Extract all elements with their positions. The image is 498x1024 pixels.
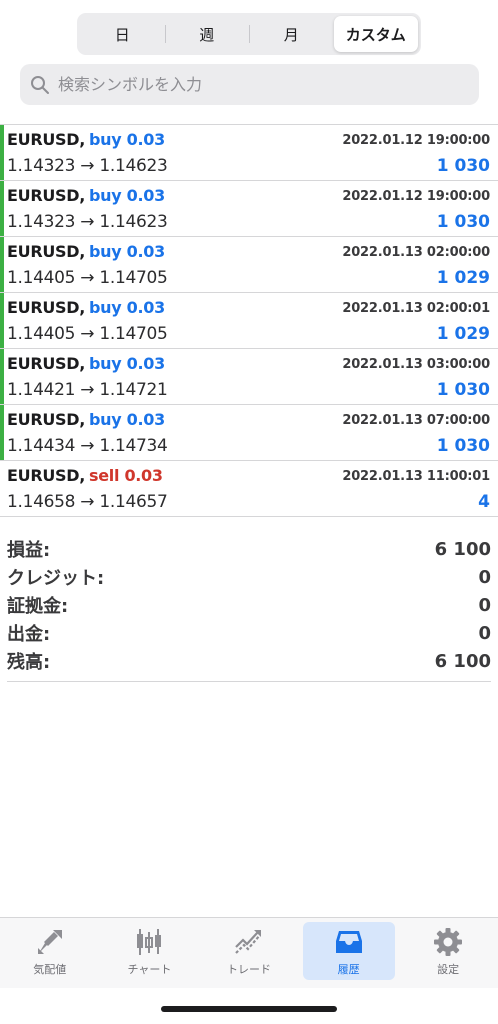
tab-bar: 気配値 チャート トレード 履歴 設定 (0, 917, 498, 988)
chart-icon (137, 929, 162, 955)
deal-prices: 1.14323 → 1.14623 (7, 212, 168, 232)
tab-quotes[interactable]: 気配値 (0, 918, 100, 988)
deal-row[interactable]: EURUSD, sell 0.03 2022.01.13 11:00:01 1.146… (0, 461, 498, 517)
deal-title: EURUSD, sell 0.03 (7, 466, 163, 485)
deal-title: EURUSD, buy 0.03 (7, 298, 165, 317)
segment-month[interactable]: 月 (249, 16, 334, 52)
deal-time: 2022.01.13 03:00:00 (342, 357, 490, 372)
tab-history[interactable]: 履歴 (299, 918, 399, 988)
quotes-icon (37, 930, 62, 954)
search-icon (31, 75, 49, 94)
deal-side-bar (0, 405, 4, 460)
deal-side: buy 0.03 (89, 130, 165, 149)
deal-prices: 1.14405 → 1.14705 (7, 268, 168, 288)
deal-row[interactable]: EURUSD, buy 0.03 2022.01.13 02:00:01 1.1440… (0, 293, 498, 349)
deal-prices: 1.14434 → 1.14734 (7, 436, 168, 456)
deal-side-bar (0, 461, 4, 516)
deal-time: 2022.01.12 19:00:00 (342, 189, 490, 204)
deal-time: 2022.01.12 19:00:00 (342, 133, 490, 148)
summary-section: 損益: 6 100 クレジット: 0 証拠金: 0 出金: 0 残高: 6 100 (7, 535, 491, 682)
deal-symbol: EURUSD, (7, 354, 86, 373)
deal-prices: 1.14323 → 1.14623 (7, 156, 168, 176)
tab-trade[interactable]: トレード (199, 918, 299, 988)
deal-profit: 4 (478, 492, 490, 512)
trade-icon (235, 930, 261, 954)
tab-trade-label: トレード (226, 963, 271, 976)
deal-profit: 1 030 (436, 380, 490, 400)
deal-time: 2022.01.13 07:00:00 (342, 413, 490, 428)
deal-prices: 1.14405 → 1.14705 (7, 324, 168, 344)
summary-value: 0 (478, 594, 491, 616)
summary-row: 証拠金: 0 (7, 591, 491, 619)
deal-symbol: EURUSD, (7, 466, 86, 485)
deal-title: EURUSD, buy 0.03 (7, 130, 165, 149)
summary-value: 0 (478, 622, 491, 644)
deals-list: EURUSD, buy 0.03 2022.01.12 19:00:00 1.1432… (0, 124, 498, 517)
period-segmented-control: 日 週 月 カスタム (77, 13, 421, 55)
summary-row: 損益: 6 100 (7, 535, 491, 563)
deal-title: EURUSD, buy 0.03 (7, 186, 165, 205)
deal-row[interactable]: EURUSD, buy 0.03 2022.01.12 19:00:00 1.1432… (0, 125, 498, 181)
history-icon (335, 931, 362, 953)
summary-label: クレジット: (7, 568, 105, 589)
deal-side-bar (0, 181, 4, 236)
summary-value: 0 (478, 566, 491, 588)
tab-chart[interactable]: チャート (100, 918, 200, 988)
deal-side: buy 0.03 (89, 186, 165, 205)
deal-symbol: EURUSD, (7, 242, 86, 261)
deal-symbol: EURUSD, (7, 186, 86, 205)
deal-symbol: EURUSD, (7, 130, 86, 149)
deal-profit: 1 029 (436, 324, 490, 344)
settings-icon (434, 928, 463, 956)
deal-profit: 1 030 (436, 212, 490, 232)
tab-chart-label: チャート (127, 963, 172, 976)
deal-profit: 1 030 (436, 156, 490, 176)
summary-value: 6 100 (434, 650, 491, 672)
deal-side: buy 0.03 (89, 298, 165, 317)
deal-side: buy 0.03 (89, 354, 165, 373)
deal-side: buy 0.03 (89, 410, 165, 429)
summary-row: クレジット: 0 (7, 563, 491, 591)
summary-value: 6 100 (434, 538, 491, 560)
search-input[interactable] (56, 74, 460, 95)
deal-profit: 1 030 (436, 436, 490, 456)
deal-row[interactable]: EURUSD, buy 0.03 2022.01.13 07:00:00 1.1443… (0, 405, 498, 461)
summary-row: 残高: 6 100 (7, 647, 491, 675)
deal-time: 2022.01.13 02:00:00 (342, 245, 490, 260)
segment-day[interactable]: 日 (80, 16, 165, 52)
deal-row[interactable]: EURUSD, buy 0.03 2022.01.13 03:00:00 1.1442… (0, 349, 498, 405)
summary-row: 出金: 0 (7, 619, 491, 647)
deal-side-bar (0, 293, 4, 348)
summary-label: 出金: (7, 624, 51, 645)
deal-prices: 1.14421 → 1.14721 (7, 380, 168, 400)
deal-title: EURUSD, buy 0.03 (7, 410, 165, 429)
deal-side-bar (0, 349, 4, 404)
deal-row[interactable]: EURUSD, buy 0.03 2022.01.13 02:00:00 1.1440… (0, 237, 498, 293)
deal-profit: 1 029 (436, 268, 490, 288)
summary-label: 証拠金: (7, 596, 69, 617)
deal-side-bar (0, 237, 4, 292)
summary-label: 残高: (7, 652, 51, 673)
deal-time: 2022.01.13 11:00:01 (342, 469, 490, 484)
tab-settings[interactable]: 設定 (398, 918, 498, 988)
deal-symbol: EURUSD, (7, 298, 86, 317)
deal-side: buy 0.03 (89, 242, 165, 261)
tab-settings-label: 設定 (437, 963, 460, 976)
deal-title: EURUSD, buy 0.03 (7, 242, 165, 261)
deal-side-bar (0, 125, 4, 180)
deal-time: 2022.01.13 02:00:01 (342, 301, 490, 316)
deal-title: EURUSD, buy 0.03 (7, 354, 165, 373)
deal-symbol: EURUSD, (7, 410, 86, 429)
deal-row[interactable]: EURUSD, buy 0.03 2022.01.12 19:00:00 1.1432… (0, 181, 498, 237)
deal-prices: 1.14658 → 1.14657 (7, 492, 168, 512)
deal-side: sell 0.03 (89, 466, 163, 485)
summary-label: 損益: (7, 540, 51, 561)
home-indicator (161, 1006, 337, 1012)
segment-custom[interactable]: カスタム (333, 16, 418, 52)
segment-week[interactable]: 週 (164, 16, 250, 52)
tab-quotes-label: 気配値 (33, 963, 67, 976)
tab-history-label: 履歴 (337, 963, 360, 976)
search-bar[interactable] (20, 64, 479, 105)
